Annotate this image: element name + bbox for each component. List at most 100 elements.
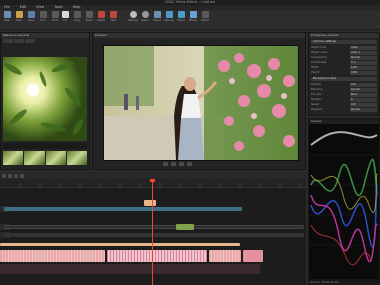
audio-waveform-clip[interactable] xyxy=(209,250,241,262)
prop-row: Opacity 100 xyxy=(311,83,377,87)
output-button[interactable]: Output xyxy=(200,11,210,23)
toolbar-group-project: New Open Save Undo Redo xyxy=(2,11,60,27)
timeline-tool-icon[interactable] xyxy=(8,173,12,178)
prop-row: Width 1920 xyxy=(311,66,377,70)
redo-button[interactable]: Redo xyxy=(50,11,60,23)
timeline-tool-icon[interactable] xyxy=(20,173,24,178)
timeline-track xyxy=(0,200,306,212)
video-clip[interactable] xyxy=(4,233,304,237)
settings-button[interactable]: Settings xyxy=(128,11,138,23)
prop-row: Rotation 0 xyxy=(311,98,377,102)
resource-tab[interactable] xyxy=(14,39,24,43)
split-button[interactable]: Split xyxy=(108,11,118,23)
delete-icon xyxy=(97,11,105,18)
section-background[interactable]: Background video xyxy=(311,77,377,81)
prop-row: Fill color Black xyxy=(311,93,377,97)
paste-button[interactable]: Paste xyxy=(84,11,94,23)
new-icon xyxy=(3,11,11,18)
prop-row: Composition Normal xyxy=(311,56,377,60)
preview-frame[interactable] xyxy=(103,45,299,161)
resource-tab[interactable] xyxy=(25,39,35,43)
prop-value[interactable]: 0 xyxy=(350,98,377,102)
export-icon xyxy=(153,11,161,18)
undo-button[interactable]: Undo xyxy=(38,11,48,23)
thumbnail-controls[interactable] xyxy=(3,143,87,149)
prop-value[interactable]: Black xyxy=(350,93,377,97)
status-bar: Position: 00:00:12.431 xyxy=(308,280,380,285)
prop-row: Speed 100 xyxy=(311,103,377,107)
open-project-button[interactable]: Open xyxy=(14,11,24,23)
preview-button[interactable]: Preview xyxy=(164,11,174,23)
scopes-title: Scopes xyxy=(309,119,379,124)
scopes-panel: Scopes xyxy=(308,118,380,280)
filter-icon xyxy=(177,11,185,18)
timeline-track xyxy=(0,242,306,247)
prop-value[interactable]: 100 xyxy=(350,103,377,107)
leaves-image xyxy=(3,57,87,141)
timeline-toolbar xyxy=(0,172,308,179)
timeline-track xyxy=(0,224,306,230)
timeline-track xyxy=(0,232,306,238)
new-project-button[interactable]: New xyxy=(2,11,12,23)
scissors-icon xyxy=(61,11,69,18)
prop-row: Height 1080 xyxy=(311,71,377,75)
preview-image xyxy=(104,46,298,160)
toolbar-group-tools: Settings Search Export Preview Filters E… xyxy=(128,11,210,27)
copy-icon xyxy=(73,11,81,18)
prop-value[interactable]: 1920 xyxy=(350,66,377,70)
image-clip[interactable] xyxy=(176,224,194,230)
section-common[interactable]: Common settings xyxy=(311,40,377,44)
prop-row: Playback Normal xyxy=(311,108,377,112)
audio-clip[interactable] xyxy=(0,243,240,246)
prev-frame-button[interactable] xyxy=(179,162,184,166)
preview-panel: Preview xyxy=(92,32,306,170)
redo-icon xyxy=(51,11,59,18)
stop-button[interactable] xyxy=(171,162,176,166)
audio-track-bg xyxy=(0,264,260,274)
audio-waveform-clip[interactable] xyxy=(0,250,105,262)
prop-value[interactable]: 100 xyxy=(350,83,377,87)
properties-panel: Properties window Common settings Object… xyxy=(308,32,380,116)
export-button[interactable]: Export xyxy=(152,11,162,23)
next-frame-button[interactable] xyxy=(187,162,192,166)
folder-icon xyxy=(15,11,23,18)
prop-value[interactable]: Video xyxy=(350,46,377,50)
toolbar-group-editing: Cut Copy Paste Delete Split xyxy=(60,11,118,27)
filters-button[interactable]: Filters xyxy=(176,11,186,23)
playback-controls xyxy=(93,159,305,169)
prop-value[interactable]: Video 1 xyxy=(350,51,377,55)
prop-value[interactable]: Normal xyxy=(350,108,377,112)
clip-thumbnail[interactable] xyxy=(3,57,87,141)
filmstrip-frame xyxy=(66,151,87,165)
prop-value[interactable]: 1080 xyxy=(350,71,377,75)
copy-button[interactable]: Copy xyxy=(72,11,82,23)
audio-waveform-clip[interactable] xyxy=(243,250,263,262)
resource-tab[interactable] xyxy=(3,39,13,43)
effect-clip[interactable] xyxy=(144,200,156,206)
timeline-tool-icon[interactable] xyxy=(14,173,18,178)
cut-button[interactable]: Cut xyxy=(60,11,70,23)
gear-icon xyxy=(129,11,137,18)
audio-waveform-clip[interactable] xyxy=(107,250,207,262)
prop-value[interactable]: Normal xyxy=(350,56,377,60)
search-button[interactable]: Search xyxy=(140,11,150,23)
video-clip[interactable] xyxy=(4,207,242,211)
resource-tabs xyxy=(1,38,89,44)
timeline-tool-icon[interactable] xyxy=(2,173,6,178)
filmstrip-frame xyxy=(3,151,24,165)
prop-row: Object name Video 1 xyxy=(311,51,377,55)
resource-panel: Resource window xyxy=(0,32,90,170)
video-clip[interactable] xyxy=(4,225,304,229)
prop-value[interactable]: 0; 0 xyxy=(350,61,377,65)
properties-title: Properties window xyxy=(309,33,379,38)
save-icon xyxy=(27,11,35,18)
search-icon xyxy=(141,11,149,18)
effects-button[interactable]: Effects xyxy=(188,11,198,23)
play-button[interactable] xyxy=(163,162,168,166)
playhead[interactable] xyxy=(150,179,155,285)
prop-row: Coordinates 0; 0 xyxy=(311,61,377,65)
save-project-button[interactable]: Save xyxy=(26,11,36,23)
prop-value[interactable]: Normal xyxy=(350,88,377,92)
main-toolbar: New Open Save Undo Redo Cut Copy Paste D… xyxy=(0,10,380,30)
delete-button[interactable]: Delete xyxy=(96,11,106,23)
